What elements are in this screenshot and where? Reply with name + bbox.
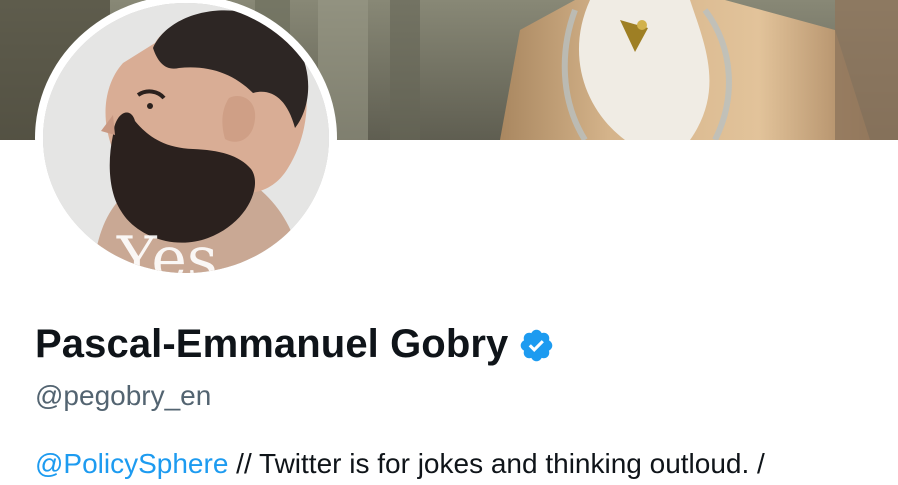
avatar-overlay-text: Yes <box>116 224 218 273</box>
avatar-ring[interactable]: Yes <box>35 0 337 281</box>
profile-handle: @pegobry_en <box>35 380 212 411</box>
display-name: Pascal-Emmanuel Gobry <box>35 322 509 366</box>
avatar-photo: Yes <box>43 3 329 273</box>
profile-header: Yes Pascal-Emmanuel Gobry @pegobry_en @P… <box>0 0 898 485</box>
bio-text: // Twitter is for jokes and thinking out… <box>228 448 765 479</box>
profile-bio: @PolicySphere // Twitter is for jokes an… <box>35 444 765 484</box>
avatar[interactable]: Yes <box>43 3 329 273</box>
bio-mention-link[interactable]: @PolicySphere <box>35 448 228 479</box>
name-row: Pascal-Emmanuel Gobry <box>35 318 555 370</box>
verified-badge-icon[interactable] <box>518 327 555 364</box>
